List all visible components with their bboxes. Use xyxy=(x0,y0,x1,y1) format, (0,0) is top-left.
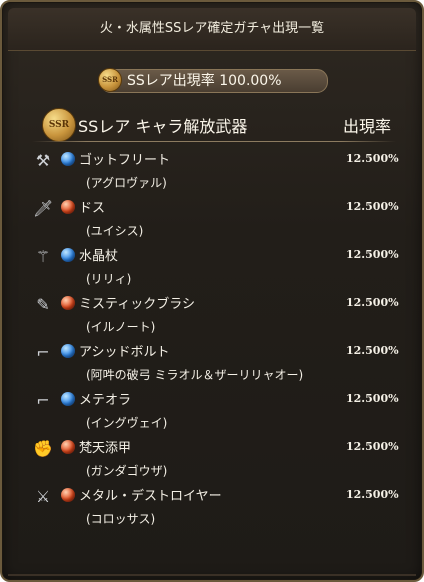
brush-icon: ✎ xyxy=(36,295,50,314)
character-name: (阿吽の破弓 ミラオル＆ザーリリャオー) xyxy=(86,368,304,382)
gun-icon: ⌐ xyxy=(36,343,50,362)
swords-icon: ⚔ xyxy=(35,487,51,506)
ssr-badge-icon: SSR xyxy=(98,68,122,92)
section-divider xyxy=(32,141,396,142)
dagger-icon: 🗡 xyxy=(33,199,54,218)
character-name: (リリィ) xyxy=(86,272,132,286)
weapon-name: メテオラ xyxy=(79,393,132,408)
ssr-section-badge-icon: SSR xyxy=(42,108,76,142)
list-item: ⌐ アシッドボルト 12.500% (阿吽の破弓 ミラオル＆ザーリリャオー) xyxy=(2,339,424,387)
weapon-name: 水晶杖 xyxy=(79,249,119,264)
panel-title: 火・水属性SSレア確定ガチャ出現一覧 xyxy=(99,21,325,36)
staff-icon: ⚚ xyxy=(35,247,51,266)
water-element-icon xyxy=(61,248,75,262)
list-item: ✎ ミスティックブラシ 12.500% (イルノート) xyxy=(2,291,424,339)
weapon-name: アシッドボルト xyxy=(79,345,170,360)
weapon-rate: 12.500% xyxy=(346,248,399,261)
list-item: ⚔ メタル・デストロイヤー 12.500% (コロッサス) xyxy=(2,483,424,531)
character-name: (イングヴェイ) xyxy=(86,416,168,430)
water-element-icon xyxy=(61,344,75,358)
weapon-rate: 12.500% xyxy=(346,296,399,309)
list-item: ⚚ 水晶杖 12.500% (リリィ) xyxy=(2,243,424,291)
character-name: (ユイシス) xyxy=(86,224,144,238)
weapon-rate: 12.500% xyxy=(346,392,399,405)
character-name: (アグロヴァル) xyxy=(86,176,167,190)
character-name: (イルノート) xyxy=(86,320,156,334)
fire-element-icon xyxy=(61,296,75,310)
panel-header: 火・水属性SSレア確定ガチャ出現一覧 xyxy=(8,8,416,51)
weapon-rate: 12.500% xyxy=(346,152,399,165)
weapon-rate: 12.500% xyxy=(346,488,399,501)
fire-element-icon xyxy=(61,200,75,214)
weapon-rate: 12.500% xyxy=(346,200,399,213)
list-item: ⌐ メテオラ 12.500% (イングヴェイ) xyxy=(2,387,424,435)
character-name: (ガンダゴウザ) xyxy=(86,464,168,478)
weapon-rate: 12.500% xyxy=(346,344,399,357)
gauntlet-icon: ✊ xyxy=(33,439,53,458)
water-element-icon xyxy=(61,152,75,166)
weapon-name: ミスティックブラシ xyxy=(79,297,195,312)
section-title: SSレア キャラ解放武器 xyxy=(78,117,248,136)
weapon-name: メタル・デストロイヤー xyxy=(79,489,222,504)
gun-icon: ⌐ xyxy=(36,391,50,410)
water-element-icon xyxy=(61,392,75,406)
list-item: ✊ 梵天添甲 12.500% (ガンダゴウザ) xyxy=(2,435,424,483)
ss-rate-summary-text: SSレア出現率 100.00% xyxy=(127,73,282,89)
axe-icon: ⚒ xyxy=(35,151,51,170)
weapon-name: 梵天添甲 xyxy=(79,441,132,456)
fire-element-icon xyxy=(61,488,75,502)
character-name: (コロッサス) xyxy=(86,512,156,526)
ss-rate-summary: SSレア出現率 100.00% xyxy=(100,69,328,93)
list-item: 🗡 ドス 12.500% (ユイシス) xyxy=(2,195,424,243)
weapon-rate: 12.500% xyxy=(346,440,399,453)
list-item: ⚒ ゴットフリート 12.500% (アグロヴァル) xyxy=(2,147,424,195)
fire-element-icon xyxy=(61,440,75,454)
gacha-rate-panel: 火・水属性SSレア確定ガチャ出現一覧 SSレア出現率 100.00% SSR S… xyxy=(0,0,424,582)
weapon-name: ドス xyxy=(79,201,106,216)
panel-bottom-edge xyxy=(8,574,416,576)
rate-column-header: 出現率 xyxy=(343,117,392,136)
weapon-name: ゴットフリート xyxy=(79,153,171,168)
